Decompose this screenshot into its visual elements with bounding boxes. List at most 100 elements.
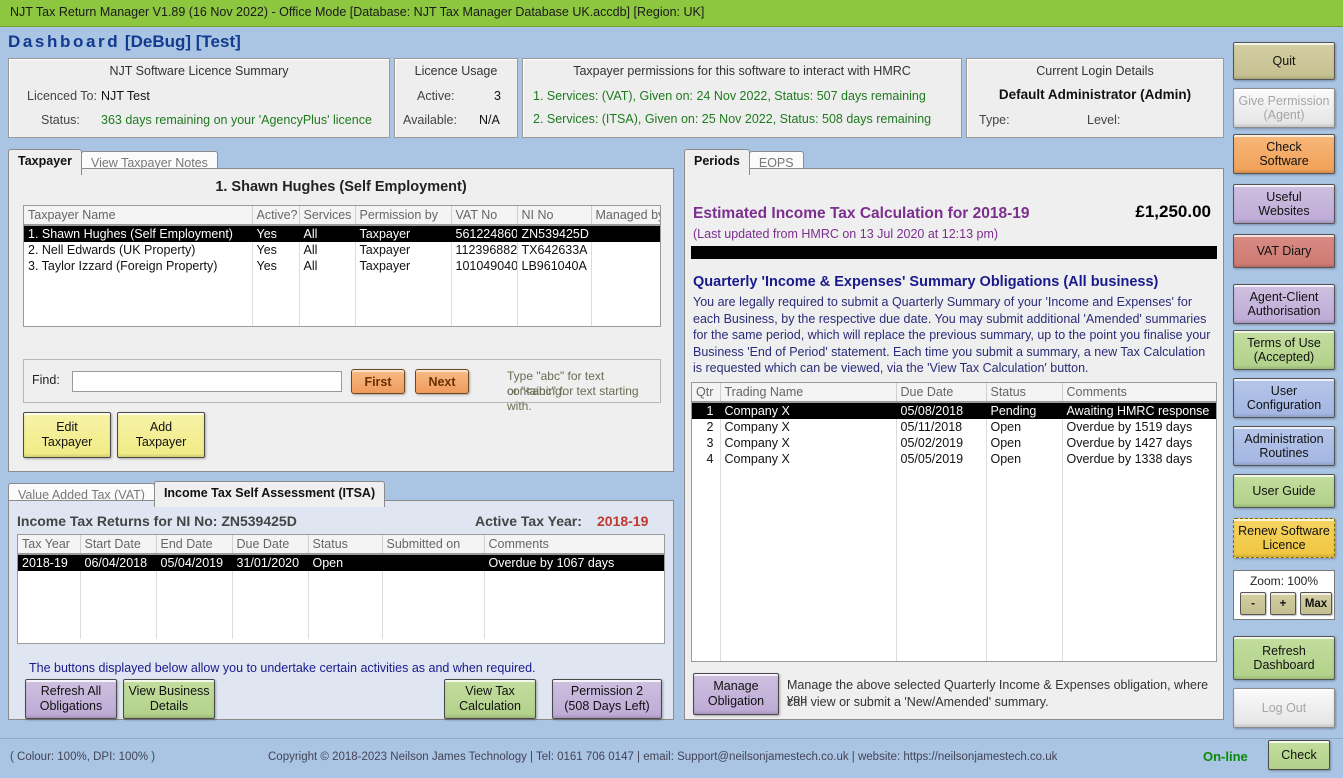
table-cell-empty — [720, 569, 897, 586]
table-cell-empty — [692, 586, 721, 603]
column-header: Tax Year — [18, 535, 81, 555]
footer-colour-dpi: ( Colour: 100%, DPI: 100% ) — [10, 751, 156, 763]
agent-client-authorisation-button[interactable]: Agent-Client Authorisation — [1233, 284, 1335, 324]
table-cell: All — [299, 225, 356, 242]
refresh-all-obligations-button[interactable]: Refresh All Obligations — [25, 679, 117, 719]
find-next-button[interactable]: Next — [415, 369, 469, 394]
terms-of-use-button[interactable]: Terms of Use (Accepted) — [1233, 330, 1335, 370]
renew-software-licence-button-label: Renew Software Licence — [1238, 523, 1330, 552]
table-cell-empty — [355, 274, 452, 291]
table-cell: Overdue by 1427 days — [1062, 435, 1216, 451]
table-cell: Overdue by 1519 days — [1062, 419, 1216, 435]
table-cell: Overdue by 1067 days — [484, 554, 664, 571]
returns-buttons-note: The buttons displayed below allow you to… — [29, 661, 536, 675]
search-input[interactable] — [72, 371, 342, 392]
renew-software-licence-button[interactable]: Renew Software Licence — [1233, 518, 1335, 558]
taxpayer-table[interactable]: Taxpayer Name Active? Services Permission b… — [23, 205, 661, 327]
table-cell-empty — [156, 605, 233, 622]
login-type-label: Type: — [979, 113, 1010, 127]
table-cell-empty — [252, 291, 300, 308]
obligations-table[interactable]: Qtr Trading Name Due Date Status Comments 1C… — [691, 382, 1217, 662]
give-permission-agent-button[interactable]: Give Permission (Agent) — [1233, 88, 1335, 128]
table-cell-empty — [355, 308, 452, 325]
zoom-max-button[interactable]: Max — [1300, 592, 1332, 615]
table-cell: All — [299, 258, 356, 274]
tab-periods[interactable]: Periods — [684, 149, 750, 175]
tab-taxpayer[interactable]: Taxpayer — [8, 149, 82, 175]
table-cell-empty — [692, 654, 721, 661]
tax-calculation-subtitle: (Last updated from HMRC on 13 Jul 2020 a… — [693, 227, 999, 241]
table-row[interactable]: 1. Shawn Hughes (Self Employment) Yes All T… — [24, 225, 660, 242]
check-connection-button[interactable]: Check — [1268, 740, 1330, 770]
taxpayer-card: 1. Shawn Hughes (Self Employment) Taxpay… — [8, 168, 674, 472]
table-cell-empty — [299, 291, 356, 308]
table-cell-empty — [1062, 569, 1216, 586]
table-cell-empty — [308, 571, 383, 588]
column-header: Permission by — [355, 206, 452, 226]
table-cell-empty — [720, 620, 897, 637]
table-row[interactable]: 1 Company X 05/08/2018 Pending Awaiting HMRC… — [692, 402, 1216, 419]
table-cell: LB961040A — [517, 258, 592, 274]
find-first-button[interactable]: First — [351, 369, 405, 394]
column-header: End Date — [156, 535, 233, 555]
licence-usage-header: Licence Usage — [414, 64, 498, 78]
table-row[interactable]: 2. Nell Edwards (UK Property) Yes All Taxpa… — [24, 242, 660, 258]
view-tax-calculation-button[interactable]: View Tax Calculation — [444, 679, 536, 719]
table-cell-empty — [1062, 501, 1216, 518]
table-row[interactable]: 3 Company X 05/02/2019 Open Overdue by 1427 … — [692, 435, 1216, 451]
table-cell-empty — [896, 569, 987, 586]
user-guide-button[interactable]: User Guide — [1233, 474, 1335, 508]
table-cell-empty — [451, 291, 518, 308]
table-cell-empty — [24, 274, 253, 291]
table-cell-empty — [986, 654, 1063, 661]
log-out-button[interactable]: Log Out — [1233, 688, 1335, 728]
table-cell: Awaiting HMRC response — [1062, 402, 1216, 419]
useful-websites-button[interactable]: Useful Websites — [1233, 184, 1335, 224]
manage-obligation-note-line-2: can view or submit a 'New/Amended' summa… — [787, 695, 1049, 709]
table-cell-empty — [484, 605, 664, 622]
table-row-empty — [692, 654, 1216, 661]
refresh-dashboard-label: Refresh Dashboard — [1253, 643, 1315, 672]
check-software-button[interactable]: Check Software — [1233, 134, 1335, 174]
usage-available-value: N/A — [479, 113, 500, 127]
table-row[interactable]: 2018-19 06/04/2018 05/04/2019 31/01/2020 Ope… — [18, 554, 664, 571]
refresh-dashboard-button[interactable]: Refresh Dashboard — [1233, 636, 1335, 680]
periods-card: Estimated Income Tax Calculation for 201… — [684, 168, 1224, 720]
table-cell-empty — [692, 637, 721, 654]
edit-taxpayer-button[interactable]: Edit Taxpayer — [23, 412, 111, 458]
table-row[interactable]: 2 Company X 05/11/2018 Open Overdue by 1519 … — [692, 419, 1216, 435]
administration-routines-button[interactable]: Administration Routines — [1233, 426, 1335, 466]
table-cell-empty — [18, 605, 81, 622]
tab-itsa[interactable]: Income Tax Self Assessment (ITSA) — [153, 481, 386, 507]
zoom-in-button[interactable]: + — [1270, 592, 1296, 615]
login-user-name: Default Administrator (Admin) — [998, 87, 1192, 102]
table-cell: Open — [986, 435, 1063, 451]
table-cell: 1. Shawn Hughes (Self Employment) — [24, 225, 253, 242]
permission-2-button[interactable]: Permission 2 (508 Days Left) — [552, 679, 662, 719]
table-row-empty — [18, 605, 664, 622]
vat-diary-button[interactable]: VAT Diary — [1233, 234, 1335, 268]
column-header: Qtr — [692, 383, 721, 403]
user-configuration-button[interactable]: User Configuration — [1233, 378, 1335, 418]
table-row[interactable]: 4 Company X 05/05/2019 Open Overdue by 1338 … — [692, 451, 1216, 467]
table-cell-empty — [517, 308, 592, 325]
permission-line-2: 2. Services: (ITSA), Given on: 25 Nov 20… — [533, 112, 932, 126]
give-permission-agent-button-label: Give Permission (Agent) — [1238, 93, 1330, 122]
table-cell-empty — [986, 586, 1063, 603]
view-business-details-button[interactable]: View Business Details — [123, 679, 215, 719]
returns-table[interactable]: Tax Year Start Date End Date Due Date Status… — [17, 534, 665, 644]
table-cell-empty — [896, 654, 987, 661]
table-header-row: Taxpayer Name Active? Services Permission b… — [24, 206, 660, 226]
manage-obligation-label: Manage Obligation — [707, 679, 765, 708]
table-row[interactable]: 3. Taylor Izzard (Foreign Property) Yes Al… — [24, 258, 660, 274]
table-cell: 2 — [692, 419, 721, 435]
quit-button[interactable]: Quit — [1233, 42, 1335, 80]
zoom-out-button[interactable]: - — [1240, 592, 1266, 615]
table-cell-empty — [720, 552, 897, 569]
add-taxpayer-button[interactable]: Add Taxpayer — [117, 412, 205, 458]
table-row-empty — [692, 552, 1216, 569]
manage-obligation-button[interactable]: Manage Obligation — [693, 673, 779, 715]
table-cell: 1 — [692, 402, 721, 419]
table-cell-empty — [692, 518, 721, 535]
vat-diary-button-label: VAT Diary — [1256, 243, 1312, 258]
